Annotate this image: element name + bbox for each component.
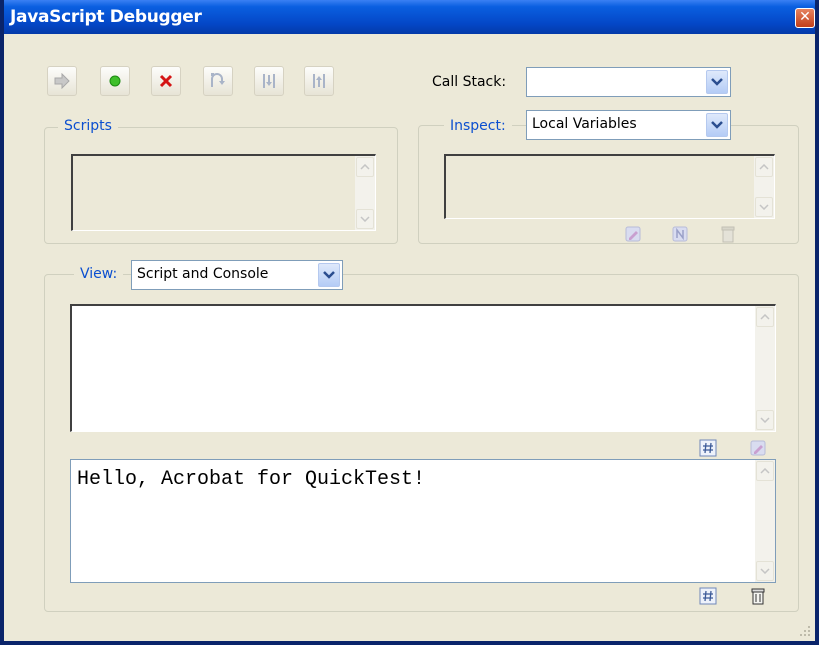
inspect-list[interactable] bbox=[444, 154, 775, 219]
console-scrollbar[interactable] bbox=[755, 460, 775, 582]
chevron-down-icon bbox=[760, 417, 770, 423]
step-out-button[interactable] bbox=[304, 66, 334, 96]
quit-button[interactable] bbox=[151, 66, 181, 96]
view-dropdown[interactable]: Script and Console bbox=[131, 260, 343, 290]
window-title: JavaScript Debugger bbox=[10, 7, 202, 27]
resume-arrow-icon bbox=[54, 73, 70, 89]
view-label: View: bbox=[74, 266, 124, 282]
debugger-window: JavaScript Debugger ✕ Call Stack: Script… bbox=[0, 0, 819, 645]
chevron-up-icon bbox=[759, 164, 769, 170]
script-line-number-button[interactable] bbox=[697, 438, 719, 458]
chevron-up-icon bbox=[760, 468, 770, 474]
resize-grip-icon[interactable] bbox=[799, 625, 811, 637]
scripts-list[interactable] bbox=[71, 154, 376, 231]
chevron-down-icon bbox=[760, 568, 770, 574]
scroll-down-button[interactable] bbox=[756, 410, 774, 430]
call-stack-label: Call Stack: bbox=[432, 74, 507, 90]
interrupt-button[interactable] bbox=[100, 66, 130, 96]
chevron-down-icon bbox=[360, 216, 370, 222]
view-value: Script and Console bbox=[137, 266, 269, 282]
title-bar[interactable]: JavaScript Debugger ✕ bbox=[4, 0, 815, 34]
call-stack-dropdown[interactable] bbox=[526, 67, 731, 97]
scripts-scrollbar[interactable] bbox=[355, 156, 375, 230]
chevron-down-icon bbox=[759, 204, 769, 210]
edit-icon bbox=[625, 226, 641, 242]
script-editor[interactable] bbox=[70, 304, 776, 432]
trash-icon bbox=[721, 226, 735, 243]
scroll-up-button[interactable] bbox=[756, 307, 774, 327]
console-text: Hello, Acrobat for QuickTest! bbox=[77, 468, 426, 491]
inspect-value: Local Variables bbox=[532, 116, 637, 132]
watch-icon bbox=[672, 226, 688, 242]
scroll-up-button[interactable] bbox=[755, 157, 773, 177]
scroll-up-button[interactable] bbox=[756, 461, 774, 481]
trash-icon bbox=[751, 588, 765, 605]
step-over-button[interactable] bbox=[203, 66, 233, 96]
step-into-button[interactable] bbox=[254, 66, 284, 96]
hash-icon bbox=[699, 587, 717, 605]
chevron-up-icon bbox=[360, 164, 370, 170]
clear-console-button[interactable] bbox=[747, 586, 769, 606]
scroll-up-button[interactable] bbox=[356, 157, 374, 177]
inspect-scrollbar[interactable] bbox=[754, 156, 774, 218]
chevron-up-icon bbox=[760, 314, 770, 320]
inspect-dropdown-arrow[interactable] bbox=[706, 113, 728, 137]
view-dropdown-arrow[interactable] bbox=[318, 263, 340, 287]
hash-icon bbox=[699, 439, 717, 457]
script-edit-button[interactable] bbox=[747, 438, 769, 458]
chevron-down-icon bbox=[711, 121, 723, 129]
chevron-down-icon bbox=[323, 271, 335, 279]
resume-button[interactable] bbox=[47, 66, 77, 96]
red-x-icon bbox=[159, 74, 173, 88]
close-button[interactable]: ✕ bbox=[795, 8, 815, 28]
new-watch-button[interactable] bbox=[669, 224, 691, 244]
green-dot-icon bbox=[109, 75, 121, 87]
script-scrollbar[interactable] bbox=[755, 306, 775, 431]
console-line-number-button[interactable] bbox=[697, 586, 719, 606]
scripts-legend: Scripts bbox=[58, 118, 118, 134]
step-into-icon bbox=[263, 74, 275, 88]
call-stack-dropdown-arrow[interactable] bbox=[706, 70, 728, 94]
console-output[interactable]: Hello, Acrobat for QuickTest! bbox=[70, 459, 776, 583]
scroll-down-button[interactable] bbox=[755, 197, 773, 217]
inspect-label: Inspect: bbox=[444, 118, 512, 134]
edit-variable-button[interactable] bbox=[622, 224, 644, 244]
close-icon: ✕ bbox=[799, 9, 811, 25]
step-out-icon bbox=[313, 74, 325, 88]
delete-watch-button[interactable] bbox=[717, 224, 739, 244]
inspect-dropdown[interactable]: Local Variables bbox=[526, 110, 731, 140]
scroll-down-button[interactable] bbox=[356, 209, 374, 229]
scroll-down-button[interactable] bbox=[756, 561, 774, 581]
edit-icon bbox=[750, 440, 766, 456]
chevron-down-icon bbox=[711, 78, 723, 86]
step-over-icon bbox=[211, 73, 225, 87]
